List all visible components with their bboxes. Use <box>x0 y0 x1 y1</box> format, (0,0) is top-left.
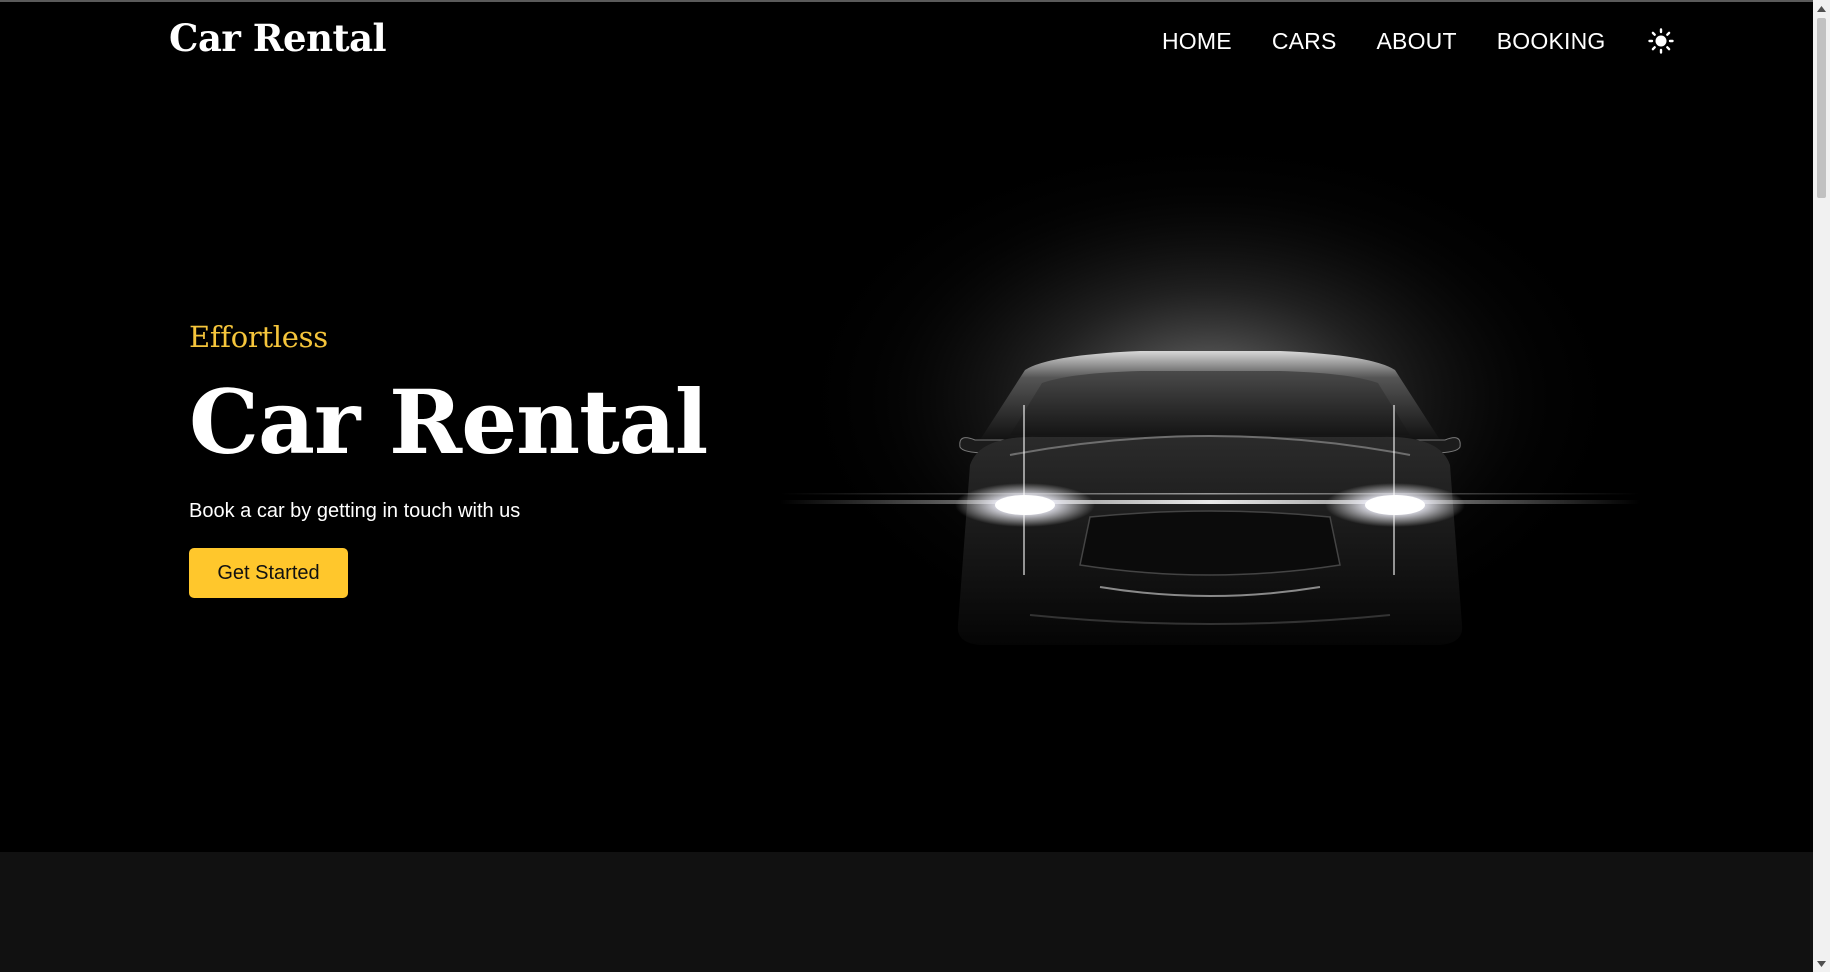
hero-car-image <box>780 155 1640 695</box>
nav-booking[interactable]: BOOKING <box>1497 28 1606 55</box>
car-headlights-illustration <box>780 155 1640 695</box>
page-scrollbar[interactable] <box>1813 0 1830 972</box>
nav-about[interactable]: ABOUT <box>1377 28 1457 55</box>
sun-icon <box>1647 28 1674 54</box>
scroll-down-icon[interactable] <box>1813 955 1830 972</box>
scroll-up-icon[interactable] <box>1813 0 1830 17</box>
hero-title: Car Rental <box>189 370 708 474</box>
get-started-button[interactable]: Get Started <box>189 548 348 598</box>
nav-home[interactable]: HOME <box>1162 28 1232 55</box>
brand-logo[interactable]: Car Rental <box>169 16 387 60</box>
nav-cars[interactable]: CARS <box>1272 28 1337 55</box>
top-border <box>0 0 1830 2</box>
scrollbar-thumb[interactable] <box>1817 18 1826 198</box>
theme-toggle-button[interactable] <box>1646 26 1676 56</box>
next-section <box>0 852 1820 972</box>
hero-subtitle: Book a car by getting in touch with us <box>189 500 521 522</box>
hero-text: Effortless Car Rental Book a car by gett… <box>189 320 708 598</box>
page: Car Rental HOME CARS ABOUT BOOKING Effor… <box>0 0 1830 972</box>
hero-kicker: Effortless <box>189 320 328 354</box>
main-nav: HOME CARS ABOUT BOOKING <box>1162 24 1676 58</box>
